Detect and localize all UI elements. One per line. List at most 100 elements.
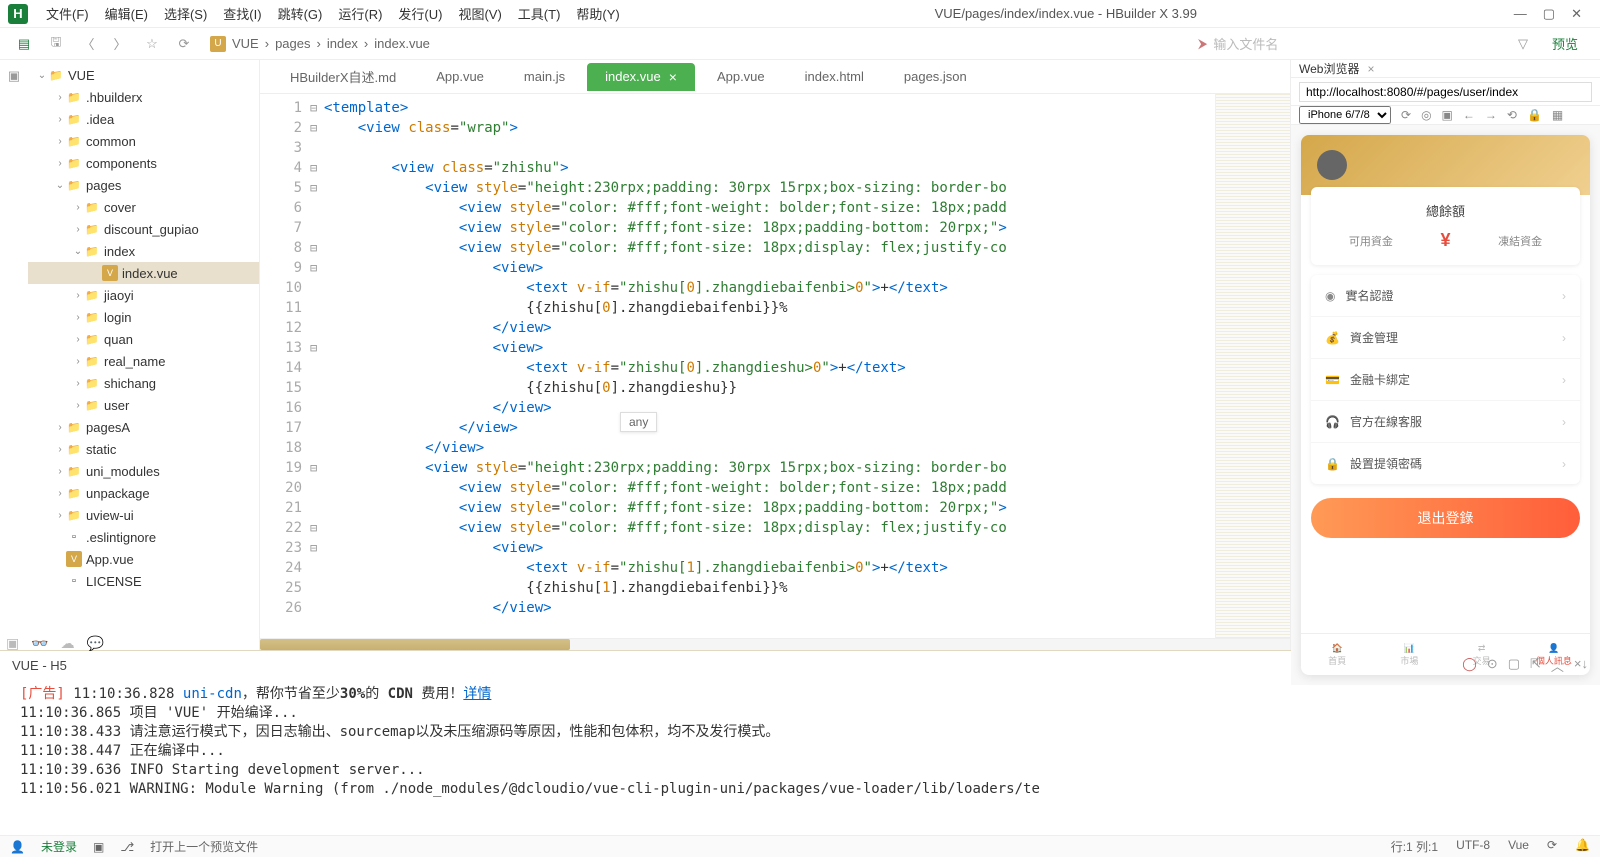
reload-icon[interactable]: ⟳: [1401, 108, 1411, 122]
minimap[interactable]: [1215, 94, 1290, 638]
user-menu-item[interactable]: 🎧官方在線客服›: [1311, 401, 1580, 443]
tree-file[interactable]: ▫.eslintignore: [28, 526, 259, 548]
back-icon[interactable]: ←: [1463, 108, 1475, 122]
refresh2-icon[interactable]: ⟲: [1507, 108, 1517, 122]
export-icon[interactable]: ⇱: [1530, 656, 1541, 675]
sync-icon[interactable]: ⟳: [1547, 838, 1557, 855]
refresh-icon[interactable]: ⟳: [172, 32, 196, 56]
editor-tab[interactable]: index.html: [787, 63, 882, 91]
qr-icon[interactable]: ▦: [1552, 108, 1563, 122]
code-editor[interactable]: 1234567891011121314151617181920212223242…: [260, 94, 1290, 638]
encoding[interactable]: UTF-8: [1456, 838, 1490, 855]
language-mode[interactable]: Vue: [1508, 838, 1529, 855]
user-menu-item[interactable]: 🔒設置提領密碼›: [1311, 443, 1580, 484]
editor-tab[interactable]: main.js: [506, 63, 583, 91]
collapse-icon[interactable]: ︿: [1551, 656, 1564, 675]
save-icon[interactable]: 🖫: [44, 32, 68, 56]
menu-item[interactable]: 选择(S): [156, 7, 215, 22]
close-tab-icon[interactable]: ×: [1367, 62, 1374, 76]
tree-file[interactable]: Vindex.vue: [28, 262, 259, 284]
forward-icon[interactable]: →: [1485, 108, 1497, 122]
tree-folder[interactable]: ›📁uni_modules: [28, 460, 259, 482]
menu-item[interactable]: 查找(I): [215, 7, 269, 22]
login-status[interactable]: 未登录: [41, 838, 77, 855]
nav-fwd-icon[interactable]: 〉: [108, 32, 132, 56]
tree-file[interactable]: ▫LICENSE: [28, 570, 259, 592]
menu-item[interactable]: 编辑(E): [97, 7, 156, 22]
filter-icon[interactable]: ▽: [1518, 36, 1528, 52]
nav-back-icon[interactable]: 〈: [76, 32, 100, 56]
devtools-icon[interactable]: ▣: [1442, 108, 1453, 122]
maximize-icon[interactable]: ▢: [1543, 6, 1555, 22]
user-menu-item[interactable]: 💳金融卡綁定›: [1311, 359, 1580, 401]
horizontal-scrollbar[interactable]: [260, 638, 1290, 650]
tree-folder[interactable]: ›📁.hbuilderx: [28, 86, 259, 108]
console-output[interactable]: [广告] 11:10:36.828 uni-cdn，帮你节省至少30%的 CDN…: [0, 679, 1600, 835]
tree-folder[interactable]: ›📁components: [28, 152, 259, 174]
tree-folder[interactable]: ›📁common: [28, 130, 259, 152]
editor-tab[interactable]: App.vue: [699, 63, 783, 91]
preview-button[interactable]: 预览: [1538, 34, 1592, 53]
tree-folder[interactable]: ›📁cover: [28, 196, 259, 218]
tree-folder[interactable]: ›📁static: [28, 438, 259, 460]
menu-item[interactable]: 视图(V): [450, 7, 509, 22]
clear-icon[interactable]: ▢: [1508, 656, 1520, 675]
editor-tab[interactable]: App.vue: [418, 63, 502, 91]
menu-item[interactable]: 工具(T): [510, 7, 569, 22]
cloud-icon[interactable]: ☁: [61, 635, 75, 652]
glasses-icon[interactable]: 👓: [31, 635, 48, 652]
chat-icon[interactable]: 💬: [87, 635, 104, 652]
breadcrumb-item[interactable]: pages: [275, 36, 310, 51]
tree-folder[interactable]: ›📁uview-ui: [28, 504, 259, 526]
menu-item[interactable]: 帮助(Y): [568, 7, 627, 22]
menu-item[interactable]: 跳转(G): [270, 7, 331, 22]
url-input[interactable]: [1299, 82, 1592, 102]
target-icon[interactable]: ◎: [1421, 108, 1431, 122]
star-icon[interactable]: ☆: [140, 32, 164, 56]
tree-folder[interactable]: ›📁jiaoyi: [28, 284, 259, 306]
close-console-icon[interactable]: ×↓: [1574, 656, 1588, 675]
tree-folder[interactable]: ⌄📁index: [28, 240, 259, 262]
user-menu-item[interactable]: ◉實名認證›: [1311, 275, 1580, 317]
minimize-icon[interactable]: —: [1514, 6, 1527, 22]
device-select[interactable]: iPhone 6/7/8: [1299, 106, 1391, 124]
user-icon[interactable]: 👤: [10, 840, 25, 854]
tree-folder[interactable]: ›📁pagesA: [28, 416, 259, 438]
breadcrumb-item[interactable]: index.vue: [374, 36, 430, 51]
new-file-icon[interactable]: ▤: [12, 32, 36, 56]
tree-folder[interactable]: ›📁quan: [28, 328, 259, 350]
close-icon[interactable]: ✕: [1571, 6, 1582, 22]
tree-folder[interactable]: ⌄📁pages: [28, 174, 259, 196]
tree-folder[interactable]: ›📁unpackage: [28, 482, 259, 504]
tree-file[interactable]: VApp.vue: [28, 548, 259, 570]
sandbox-icon[interactable]: ▣: [6, 635, 19, 652]
lock-icon[interactable]: 🔒: [1527, 108, 1542, 122]
editor-tab[interactable]: pages.json: [886, 63, 985, 91]
menu-item[interactable]: 发行(U): [390, 7, 450, 22]
tree-folder[interactable]: ›📁shichang: [28, 372, 259, 394]
logout-button[interactable]: 退出登錄: [1311, 498, 1580, 538]
tree-folder[interactable]: ⌄📁VUE: [28, 64, 259, 86]
tree-folder[interactable]: ›📁user: [28, 394, 259, 416]
breadcrumb-item[interactable]: index: [327, 36, 358, 51]
editor-tab[interactable]: HBuilderX自述.md: [272, 63, 414, 91]
tree-folder[interactable]: ›📁login: [28, 306, 259, 328]
terminal-icon[interactable]: ▣: [93, 840, 104, 854]
menu-item[interactable]: 运行(R): [330, 7, 390, 22]
tree-folder[interactable]: ›📁discount_gupiao: [28, 218, 259, 240]
menu-item[interactable]: 文件(F): [38, 7, 97, 22]
cube-icon[interactable]: ▣: [8, 68, 20, 84]
user-menu-item[interactable]: 💰資金管理›: [1311, 317, 1580, 359]
avatar-icon[interactable]: [1317, 150, 1347, 180]
editor-tab[interactable]: index.vue×: [587, 63, 695, 91]
tree-folder[interactable]: ›📁.idea: [28, 108, 259, 130]
file-tree[interactable]: ⌄📁VUE›📁.hbuilderx›📁.idea›📁common›📁compon…: [28, 60, 259, 650]
browser-tab-label[interactable]: Web浏览器: [1299, 60, 1359, 77]
cursor-position[interactable]: 行:1 列:1: [1391, 838, 1438, 855]
step-icon[interactable]: ⊙: [1487, 656, 1498, 675]
bell-icon[interactable]: 🔔: [1575, 838, 1590, 855]
quick-open[interactable]: ⮞ 输入文件名: [1198, 34, 1498, 53]
tree-folder[interactable]: ›📁real_name: [28, 350, 259, 372]
stop-icon[interactable]: ◯: [1462, 656, 1477, 675]
breadcrumb-item[interactable]: VUE: [232, 36, 259, 51]
